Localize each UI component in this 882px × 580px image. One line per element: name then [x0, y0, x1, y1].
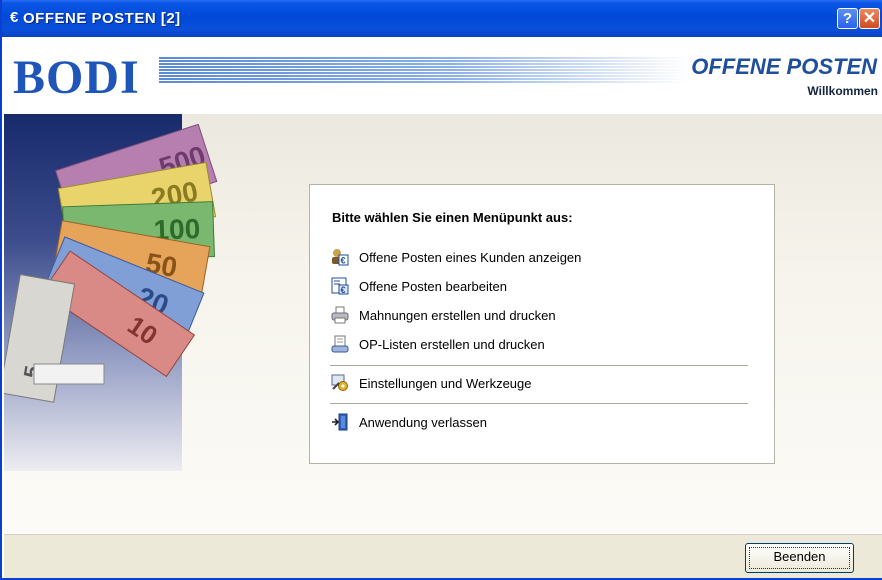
menu-separator — [330, 365, 748, 366]
euro-banknotes-image: 500 200 100 50 20 10 5 — [4, 123, 218, 403]
printer-icon — [330, 305, 350, 325]
focus-rect — [749, 547, 850, 569]
close-button[interactable]: ✕ — [859, 8, 880, 29]
menu-item-label: Anwendung verlassen — [359, 414, 487, 430]
window-title: OFFENE POSTEN [2] — [23, 10, 181, 27]
bodi-logo: BODI — [13, 51, 140, 104]
logo-stripes — [159, 57, 689, 84]
header: BODI OFFENE POSTEN Willkommen — [4, 37, 882, 114]
menu-item-label: Einstellungen und Werkzeuge — [359, 375, 532, 391]
menu-prompt: Bitte wählen Sie einen Menüpunkt aus: — [332, 210, 573, 225]
main-area: 500 200 100 50 20 10 5 Bitte wählen Sie … — [4, 114, 882, 534]
svg-text:€: € — [341, 285, 346, 295]
menu-item-label: Offene Posten bearbeiten — [359, 278, 507, 294]
edit-euro-icon: € — [330, 276, 350, 296]
menu-item-label: Mahnungen erstellen und drucken — [359, 307, 556, 323]
application-window: € OFFENE POSTEN [2] ? ✕ BODI OFFENE POST… — [0, 0, 882, 580]
menu-item-edit-items[interactable]: € Offene Posten bearbeiten — [330, 275, 750, 297]
settings-tools-icon — [330, 373, 350, 393]
document-print-icon — [330, 334, 350, 354]
menu-item-show-customer-items[interactable]: € Offene Posten eines Kunden anzeigen — [330, 246, 750, 268]
title-bar[interactable]: € OFFENE POSTEN [2] ? ✕ — [2, 0, 882, 37]
exit-door-icon — [330, 412, 350, 432]
menu-item-label: Offene Posten eines Kunden anzeigen — [359, 249, 582, 265]
euro-icon: € — [10, 9, 19, 26]
menu-item-settings-tools[interactable]: Einstellungen und Werkzeuge — [330, 372, 750, 394]
menu-item-create-reminders[interactable]: Mahnungen erstellen und drucken — [330, 304, 750, 326]
menu-item-create-op-lists[interactable]: OP-Listen erstellen und drucken — [330, 333, 750, 355]
page-title: OFFENE POSTEN — [691, 54, 877, 79]
menu-item-label: OP-Listen erstellen und drucken — [359, 336, 545, 352]
menu-separator — [330, 403, 748, 404]
menu-panel: Bitte wählen Sie einen Menüpunkt aus: € … — [309, 184, 775, 464]
beenden-button[interactable]: Beenden — [745, 543, 854, 573]
page-subtitle: Willkommen — [807, 84, 878, 98]
help-button[interactable]: ? — [837, 8, 858, 29]
footer-bar: Beenden — [4, 534, 882, 578]
svg-text:€: € — [341, 256, 346, 266]
customer-euro-icon: € — [330, 247, 350, 267]
menu-item-exit-application[interactable]: Anwendung verlassen — [330, 411, 750, 433]
